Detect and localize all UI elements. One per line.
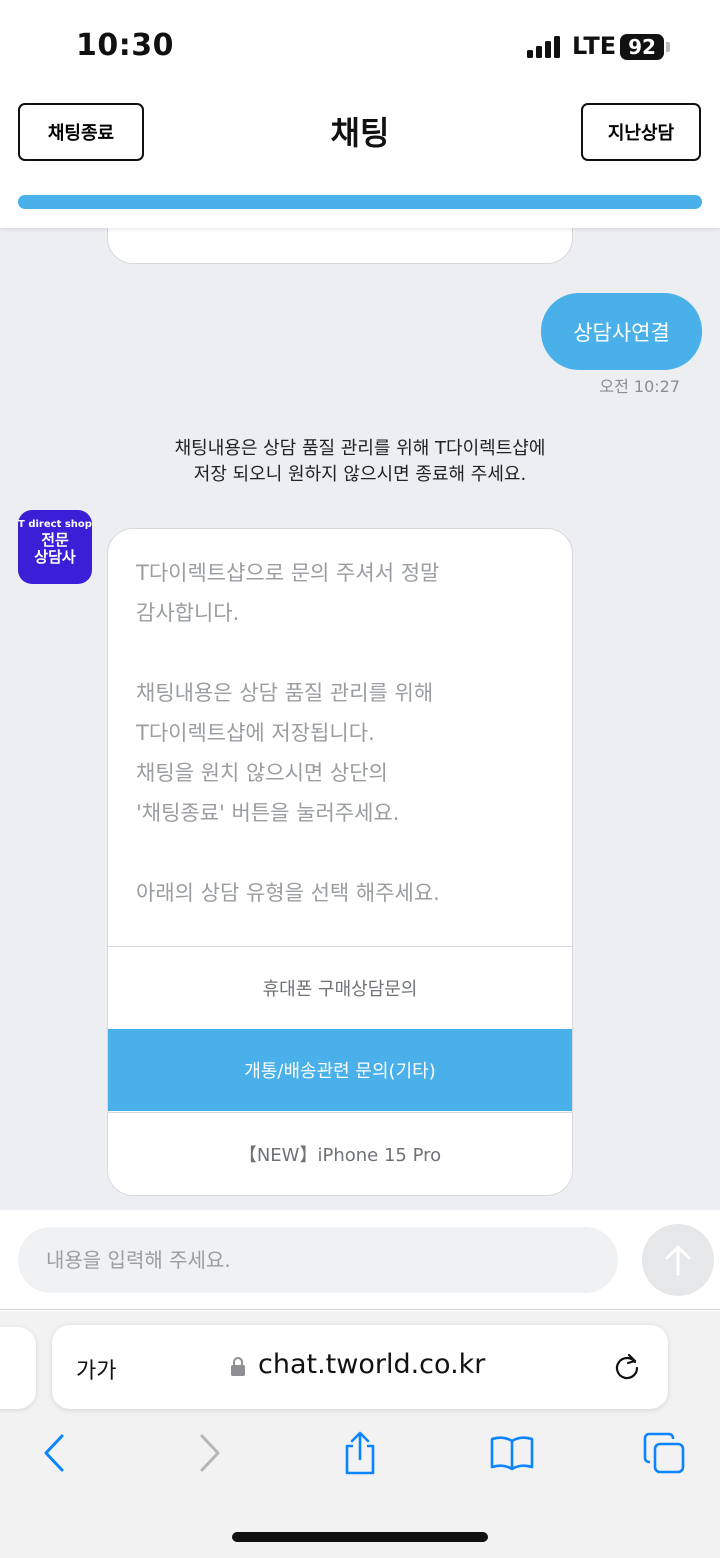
tabs-button[interactable] <box>640 1429 688 1477</box>
back-button[interactable] <box>30 1429 78 1477</box>
past-consultations-button[interactable]: 지난상담 <box>581 103 701 161</box>
avatar-label: 상담사 <box>34 548 76 566</box>
battery-tip <box>666 42 670 52</box>
back-icon <box>44 1434 64 1472</box>
bot-message-text: T다이렉트샵으로 문의 주셔서 정말 감사합니다. 채팅내용은 상담 품질 관리… <box>108 529 572 947</box>
progress-bar <box>18 195 702 209</box>
chat-header: 채팅종료 채팅 지난상담 <box>0 90 720 228</box>
bookmarks-icon <box>490 1436 534 1471</box>
status-bar: 10:30 LTE 92 <box>0 0 720 90</box>
bot-message-line: 채팅을 원치 않으시면 상단의 <box>136 761 388 785</box>
agent-avatar: T direct shop 전문 상담사 <box>18 510 92 584</box>
option-activation-delivery[interactable]: 개통/배송관련 문의(기타) <box>108 1029 572 1111</box>
option-phone-purchase[interactable]: 휴대폰 구매상담문의 <box>108 946 572 1028</box>
bot-message-line: T다이렉트샵에 저장됩니다. <box>136 721 375 745</box>
address-bar[interactable]: 가가 chat.tworld.co.kr <box>52 1325 668 1409</box>
home-indicator <box>232 1532 488 1542</box>
browser-toolbar: 가가 chat.tworld.co.kr <box>0 1311 720 1558</box>
forward-button[interactable] <box>186 1429 234 1477</box>
bot-message-line: 아래의 상담 유형을 선택 해주세요. <box>136 881 440 905</box>
bot-message-line: 채팅내용은 상담 품질 관리를 위해 <box>136 681 434 705</box>
status-time: 10:30 <box>76 28 174 63</box>
bot-message-card: T다이렉트샵으로 문의 주셔서 정말 감사합니다. 채팅내용은 상담 품질 관리… <box>107 528 573 1196</box>
battery-icon: 92 <box>620 34 664 60</box>
chat-notice: 채팅내용은 상담 품질 관리를 위해 T다이렉트샵에 저장 되오니 원하지 않으… <box>0 436 720 488</box>
network-label: LTE <box>572 32 617 60</box>
url-text[interactable]: chat.tworld.co.kr <box>258 1349 485 1380</box>
send-arrow-icon <box>665 1245 691 1276</box>
share-button[interactable] <box>336 1429 384 1477</box>
bot-message-line: T다이렉트샵으로 문의 주셔서 정말 <box>136 561 440 585</box>
signal-icon <box>527 36 563 58</box>
bot-message-line: 감사합니다. <box>136 601 240 625</box>
tabs-icon <box>643 1432 685 1474</box>
message-input[interactable] <box>18 1227 618 1293</box>
previous-message-card <box>107 228 573 264</box>
lock-icon <box>231 1357 245 1376</box>
message-input-bar <box>0 1210 720 1310</box>
bookmarks-button[interactable] <box>488 1429 536 1477</box>
chat-area[interactable]: 상담사연결 오전 10:27 채팅내용은 상담 품질 관리를 위해 T다이렉트샵… <box>0 228 720 1210</box>
avatar-label: 전문 <box>41 531 69 549</box>
share-icon <box>345 1431 375 1475</box>
text-size-button[interactable]: 가가 <box>76 1353 116 1385</box>
message-timestamp: 오전 10:27 <box>599 377 680 396</box>
notice-line: 채팅내용은 상담 품질 관리를 위해 T다이렉트샵에 <box>174 438 546 459</box>
user-message-bubble: 상담사연결 <box>541 293 702 370</box>
send-button[interactable] <box>642 1224 714 1296</box>
avatar-brand: T direct shop <box>18 519 92 530</box>
previous-tab-card[interactable] <box>0 1327 36 1409</box>
forward-icon <box>200 1434 220 1472</box>
notice-line: 저장 되오니 원하지 않으시면 종료해 주세요. <box>193 464 527 485</box>
reload-icon[interactable] <box>612 1351 642 1381</box>
option-iphone-15-pro[interactable]: 【NEW】iPhone 15 Pro <box>108 1112 572 1194</box>
bot-message-line: '채팅종료' 버튼을 눌러주세요. <box>136 801 400 825</box>
